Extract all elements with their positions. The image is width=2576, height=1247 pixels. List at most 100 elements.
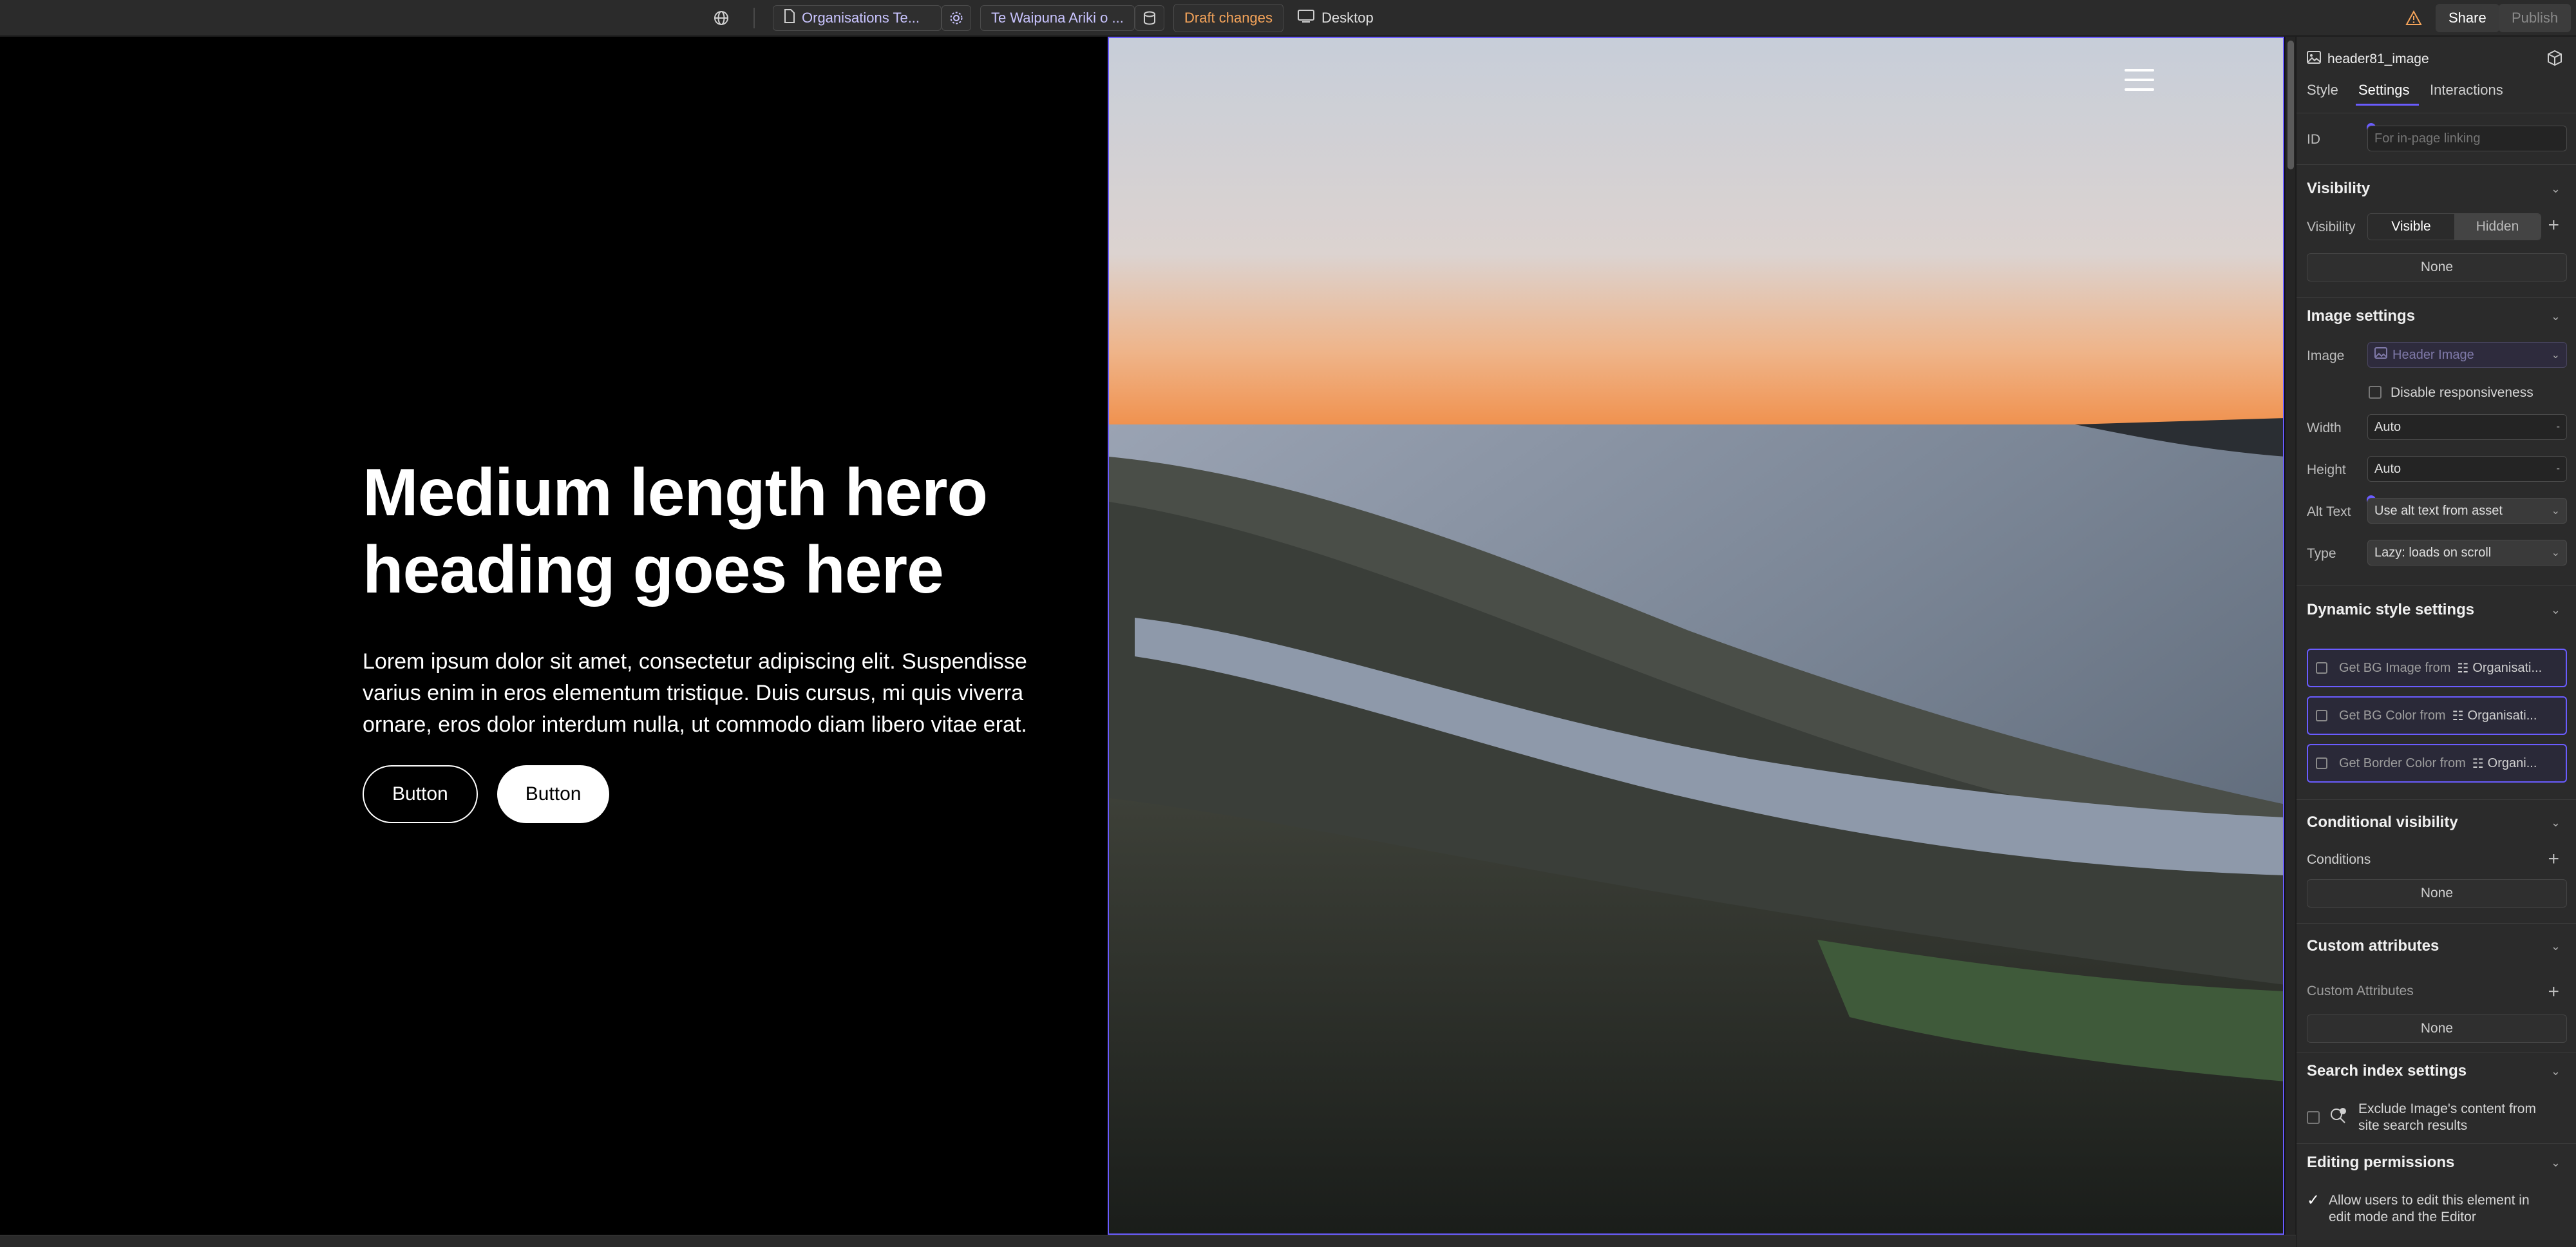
- chevron-down-icon[interactable]: ⌄: [2551, 182, 2561, 196]
- tab-style[interactable]: Style: [2307, 82, 2338, 99]
- panel-header: header81_image: [2307, 51, 2429, 68]
- hero-heading[interactable]: Medium length hero heading goes here: [363, 454, 1032, 609]
- hero-paragraph[interactable]: Lorem ipsum dolor sit amet, consectetur …: [363, 646, 1032, 741]
- image-value: Header Image: [2392, 347, 2474, 362]
- add-attribute-plus-icon[interactable]: +: [2548, 982, 2559, 1002]
- height-input[interactable]: Auto -: [2367, 456, 2567, 482]
- page-selector-label: Organisations Te...: [802, 10, 920, 26]
- design-canvas[interactable]: Medium length hero heading goes here Lor…: [0, 37, 2285, 1235]
- hero-content: Medium length hero heading goes here Lor…: [363, 454, 1032, 741]
- width-input[interactable]: Auto -: [2367, 414, 2567, 440]
- chevron-down-icon: -: [2556, 421, 2560, 432]
- chevron-down-icon: ⌄: [2551, 506, 2560, 517]
- toolbar-divider: [753, 8, 755, 28]
- hamburger-menu-icon[interactable]: [2125, 69, 2154, 91]
- database-icon: ☷: [2472, 756, 2484, 771]
- header-image[interactable]: [1108, 37, 2284, 1235]
- publish-label: Publish: [2512, 10, 2559, 26]
- disable-responsiveness-checkbox[interactable]: [2369, 386, 2382, 399]
- hero-secondary-button[interactable]: Button: [363, 765, 478, 823]
- visibility-none-box[interactable]: None: [2307, 253, 2567, 281]
- visibility-hidden-option[interactable]: Hidden: [2454, 214, 2541, 240]
- dynamic-border-color-row[interactable]: Get Border Color from ☷ Organi...: [2307, 744, 2567, 783]
- dynamic-bg-image-source: Organisati...: [2472, 660, 2543, 675]
- share-label: Share: [2448, 10, 2486, 26]
- draft-changes-label: Draft changes: [1184, 10, 1273, 26]
- loading-type-select[interactable]: Lazy: loads on scroll ⌄: [2367, 540, 2567, 566]
- custom-attributes-title[interactable]: Custom attributes: [2307, 937, 2439, 955]
- draft-changes-button[interactable]: Draft changes: [1173, 4, 1283, 32]
- conditions-none-box[interactable]: None: [2307, 879, 2567, 908]
- chevron-down-icon[interactable]: ⌄: [2551, 604, 2561, 617]
- hero-primary-button[interactable]: Button: [497, 765, 610, 823]
- component-cube-icon[interactable]: [2546, 50, 2563, 70]
- top-toolbar: Organisations Te... Te Waipuna Ariki o .…: [0, 0, 2576, 36]
- editing-permissions-title[interactable]: Editing permissions: [2307, 1154, 2454, 1172]
- checkmark-icon[interactable]: ✓: [2307, 1191, 2320, 1210]
- dynamic-border-color-label: Get Border Color from: [2339, 756, 2466, 770]
- visibility-section-title[interactable]: Visibility: [2307, 180, 2370, 198]
- tab-interactions[interactable]: Interactions: [2430, 82, 2503, 99]
- canvas-bottom-bar: [0, 1235, 2296, 1247]
- device-label: Desktop: [1321, 10, 1374, 26]
- id-input[interactable]: [2367, 126, 2567, 151]
- database-icon[interactable]: [1135, 5, 1164, 31]
- dynamic-style-title[interactable]: Dynamic style settings: [2307, 601, 2474, 619]
- database-icon: ☷: [2452, 709, 2464, 723]
- dynamic-bg-color-checkbox[interactable]: [2316, 710, 2327, 721]
- width-value: Auto: [2374, 419, 2401, 434]
- search-exclude-icon: [2329, 1106, 2348, 1129]
- tab-settings[interactable]: Settings: [2358, 82, 2410, 99]
- conditional-visibility-title[interactable]: Conditional visibility: [2307, 814, 2458, 832]
- hero-button-group: Button Button: [363, 765, 610, 823]
- visibility-visible-option[interactable]: Visible: [2368, 214, 2454, 240]
- image-element-icon: [2307, 51, 2321, 68]
- globe-icon[interactable]: [708, 5, 734, 31]
- dynamic-bg-image-label: Get BG Image from: [2339, 660, 2451, 675]
- image-settings-title[interactable]: Image settings: [2307, 307, 2415, 325]
- disable-responsiveness-label: Disable responsiveness: [2391, 385, 2533, 400]
- dynamic-border-color-checkbox[interactable]: [2316, 757, 2327, 769]
- warning-icon[interactable]: [2401, 5, 2427, 31]
- share-button[interactable]: Share: [2436, 4, 2499, 32]
- custom-attributes-label: Custom Attributes: [2307, 984, 2414, 998]
- aerial-landscape-image: [1109, 38, 2283, 1233]
- collection-item-selector[interactable]: Te Waipuna Ariki o ...: [980, 5, 1135, 31]
- chevron-down-icon: ⌄: [2551, 547, 2560, 558]
- dynamic-bg-image-checkbox[interactable]: [2316, 662, 2327, 674]
- exclude-search-checkbox[interactable]: [2307, 1111, 2320, 1124]
- chevron-down-icon[interactable]: ⌄: [2551, 1065, 2561, 1078]
- page-selector[interactable]: Organisations Te...: [773, 5, 942, 31]
- id-label: ID: [2307, 132, 2320, 147]
- dynamic-bg-color-row[interactable]: Get BG Color from ☷ Organisati...: [2307, 696, 2567, 735]
- dynamic-bg-image-row[interactable]: Get BG Image from ☷ Organisati...: [2307, 649, 2567, 687]
- chevron-down-icon[interactable]: ⌄: [2551, 940, 2561, 953]
- chevron-down-icon[interactable]: ⌄: [2551, 310, 2561, 323]
- search-index-title[interactable]: Search index settings: [2307, 1062, 2467, 1080]
- allow-edit-label-line1: Allow users to edit this element in: [2329, 1193, 2530, 1208]
- device-selector[interactable]: Desktop: [1297, 5, 1374, 31]
- alt-text-label: Alt Text: [2307, 504, 2351, 519]
- add-visibility-plus-icon[interactable]: +: [2548, 216, 2559, 235]
- canvas-scrollbar-thumb[interactable]: [2287, 41, 2294, 169]
- canvas-scrollbar[interactable]: [2286, 37, 2295, 1235]
- collection-item-label: Te Waipuna Ariki o ...: [991, 10, 1124, 26]
- alt-text-select[interactable]: Use alt text from asset ⌄: [2367, 498, 2567, 524]
- type-label: Type: [2307, 546, 2336, 561]
- image-select[interactable]: Header Image ⌄: [2367, 342, 2567, 368]
- dynamic-border-color-source: Organi...: [2487, 756, 2537, 770]
- image-icon: [2374, 347, 2387, 363]
- exclude-search-label-line2: site search results: [2358, 1118, 2468, 1133]
- publish-button[interactable]: Publish: [2499, 4, 2571, 32]
- settings-panel: header81_image Style Settings Interactio…: [2296, 37, 2576, 1247]
- custom-attributes-none-box[interactable]: None: [2307, 1014, 2567, 1043]
- page-icon: [784, 9, 795, 27]
- chevron-down-icon: ⌄: [2551, 350, 2560, 361]
- element-name: header81_image: [2327, 52, 2429, 66]
- add-condition-plus-icon[interactable]: +: [2548, 850, 2559, 869]
- page-settings-gear-icon[interactable]: [942, 5, 971, 31]
- chevron-down-icon[interactable]: ⌄: [2551, 816, 2561, 830]
- allow-edit-label-line2: edit mode and the Editor: [2329, 1210, 2476, 1224]
- chevron-down-icon[interactable]: ⌄: [2551, 1156, 2561, 1170]
- height-label: Height: [2307, 462, 2346, 477]
